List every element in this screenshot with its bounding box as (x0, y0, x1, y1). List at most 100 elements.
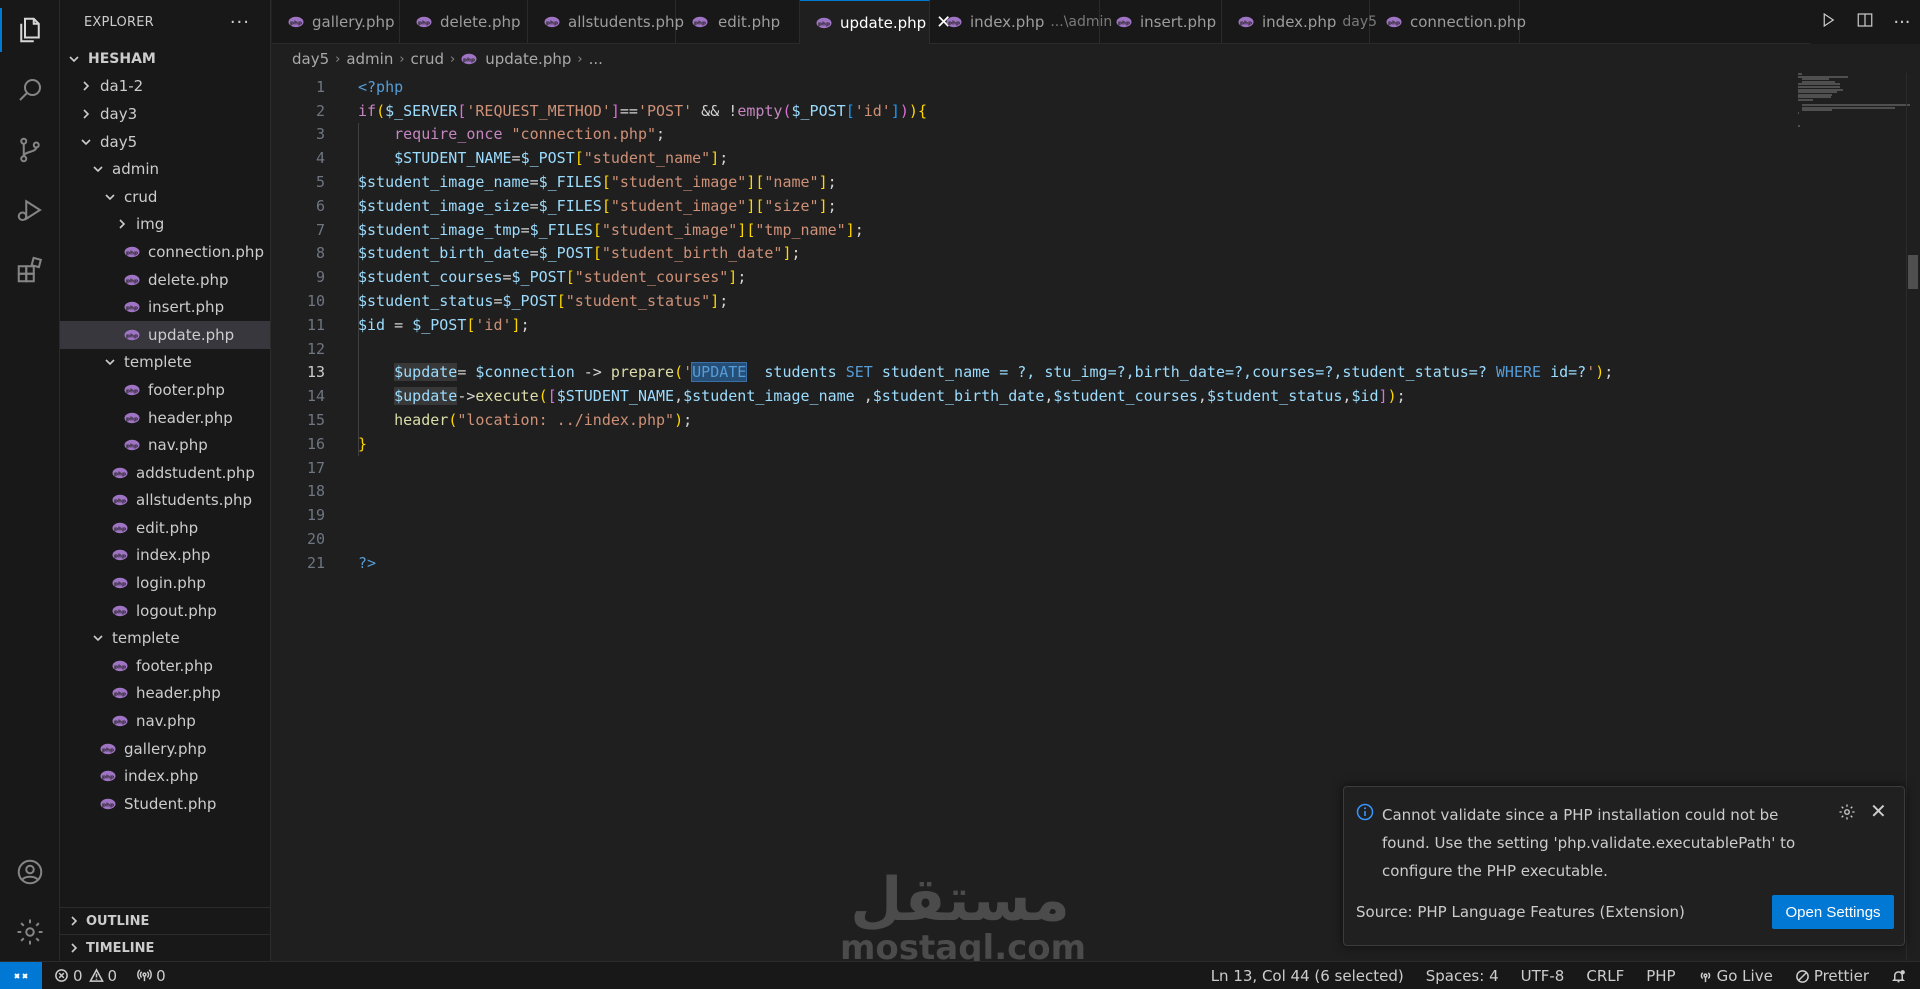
code-text: ?> (358, 553, 377, 572)
notification-settings-gear-icon[interactable] (1838, 803, 1856, 821)
file-item[interactable]: php header.php (60, 680, 270, 708)
editor-tab[interactable]: php insert.php (1100, 0, 1222, 44)
file-item[interactable]: php header.php (60, 404, 270, 432)
file-item[interactable]: php addstudent.php (60, 459, 270, 487)
open-settings-button[interactable]: Open Settings (1772, 895, 1894, 929)
breadcrumb-item[interactable]: day5 (292, 50, 329, 68)
file-item[interactable]: php connection.php (60, 238, 270, 266)
file-item[interactable]: php nav.php (60, 431, 270, 459)
manage-gear-icon[interactable] (0, 904, 60, 960)
breadcrumb-item[interactable]: ... (589, 50, 603, 68)
file-item[interactable]: php logout.php (60, 597, 270, 625)
code-line[interactable]: 5 $student_image_name = $_FILES["student_im… (272, 170, 1772, 194)
editor-tab[interactable]: php gallery.php (272, 0, 400, 44)
svg-text:php: php (290, 20, 302, 26)
code-line[interactable]: 12 (272, 337, 1772, 361)
editor-tab[interactable]: php update.php ✕ (800, 0, 951, 44)
account-icon[interactable] (0, 844, 60, 900)
file-item[interactable]: php footer.php (60, 376, 270, 404)
file-item[interactable]: php allstudents.php (60, 487, 270, 515)
more-actions-icon[interactable]: ··· (230, 12, 250, 33)
split-editor-icon[interactable] (1856, 11, 1874, 33)
run-debug-icon[interactable] (0, 182, 60, 238)
code-line[interactable]: 13 $update = $connection -> prepare('UPDA… (272, 361, 1772, 385)
editor-tab[interactable]: php index.php ...\admin (930, 0, 1112, 44)
ports-indicator[interactable]: 0 (137, 967, 166, 985)
more-actions-icon[interactable]: ··· (1893, 12, 1910, 33)
file-item[interactable]: php index.php (60, 542, 270, 570)
explorer-icon[interactable] (0, 2, 60, 58)
source-control-icon[interactable] (0, 122, 60, 178)
code-line[interactable]: 21 ?> (272, 551, 1772, 575)
code-line[interactable]: 2 if($_SERVER['REQUEST_METHOD'] == 'POST' &… (272, 99, 1772, 123)
folder-item[interactable]: admin (60, 155, 270, 183)
problems-indicator[interactable]: 0 0 (54, 967, 117, 985)
code-line[interactable]: 3 require_once "connection.php"; (272, 123, 1772, 147)
code-line[interactable]: 9 $student_courses = $_POST["student_course… (272, 265, 1772, 289)
file-item[interactable]: php login.php (60, 569, 270, 597)
prettier-button[interactable]: Prettier (1795, 967, 1869, 985)
code-line[interactable]: 6 $student_image_size = $_FILES["student_im… (272, 194, 1772, 218)
file-item[interactable]: php update.php (60, 320, 270, 349)
file-item[interactable]: php edit.php (60, 514, 270, 542)
code-line[interactable]: 19 (272, 503, 1772, 527)
folder-item[interactable]: day3 (60, 100, 270, 128)
scrollbar-thumb[interactable] (1908, 255, 1918, 289)
code-line[interactable]: 7 $student_image_tmp = $_FILES["student_ima… (272, 218, 1772, 242)
cursor-position[interactable]: Ln 13, Col 44 (6 selected) (1211, 967, 1404, 985)
timeline-section[interactable]: TIMELINE (60, 934, 270, 961)
file-item[interactable]: php gallery.php (60, 735, 270, 763)
file-item[interactable]: php delete.php (60, 266, 270, 294)
minimap[interactable] (1796, 73, 1910, 133)
extensions-icon[interactable] (0, 242, 60, 298)
end-of-line[interactable]: CRLF (1586, 967, 1624, 985)
file-item[interactable]: php insert.php (60, 293, 270, 321)
code-line[interactable]: 16} (272, 432, 1772, 456)
editor-tab[interactable]: php delete.php (400, 0, 528, 44)
folder-item[interactable]: img (60, 211, 270, 239)
breadcrumb-item[interactable]: admin (346, 50, 393, 68)
encoding[interactable]: UTF-8 (1521, 967, 1565, 985)
code-line[interactable]: 4 $STUDENT_NAME = $_POST["student_name"]; (272, 146, 1772, 170)
file-item[interactable]: php nav.php (60, 707, 270, 735)
code-line[interactable]: 10 $student_status = $_POST["student_status… (272, 289, 1772, 313)
file-item[interactable]: php Student.php (60, 790, 270, 818)
folder-item[interactable]: templete (60, 624, 270, 652)
code-line[interactable]: 18 (272, 480, 1772, 504)
minimap-line (1802, 109, 1832, 112)
code-line[interactable]: 1 <?php (272, 75, 1772, 99)
code-line[interactable]: 11 $id = $_POST['id']; (272, 313, 1772, 337)
remote-indicator[interactable] (0, 961, 42, 989)
code-line[interactable]: 14 $update -> execute([$STUDENT_NAME, $stud… (272, 384, 1772, 408)
minimap-line (1798, 112, 1799, 114)
code-line[interactable]: 8 $student_birth_date = $_POST["student_bir… (272, 242, 1772, 266)
code-line[interactable]: 15 header("location: ../index.php"); (272, 408, 1772, 432)
file-item[interactable]: php index.php (60, 762, 270, 790)
notifications-bell[interactable] (1891, 969, 1910, 984)
file-item[interactable]: php footer.php (60, 652, 270, 680)
folder-item[interactable]: HESHAM (60, 45, 270, 73)
close-icon[interactable]: ✕ (1870, 799, 1887, 823)
editor-tabs: php gallery.php php delete.php php allstudent… (272, 0, 1920, 44)
vertical-scrollbar[interactable] (1906, 73, 1920, 961)
breadcrumb-item[interactable]: update.php (485, 50, 571, 68)
explorer-header: EXPLORER ··· (60, 0, 270, 44)
code-line[interactable]: 17 (272, 456, 1772, 480)
folder-item[interactable]: crud (60, 183, 270, 211)
search-icon[interactable] (0, 62, 60, 118)
folder-item[interactable]: templete (60, 349, 270, 377)
editor-tab[interactable]: php index.php day5 (1222, 0, 1377, 44)
editor-tab[interactable]: php connection.php (1370, 0, 1526, 44)
editor-tab[interactable]: php edit.php (676, 0, 800, 44)
run-icon[interactable] (1819, 11, 1837, 33)
indentation[interactable]: Spaces: 4 (1426, 967, 1499, 985)
line-number: 3 (315, 125, 325, 144)
language-mode[interactable]: PHP (1646, 967, 1675, 985)
go-live-button[interactable]: Go Live (1698, 967, 1773, 985)
editor-tab[interactable]: php allstudents.php (528, 0, 684, 44)
outline-section[interactable]: OUTLINE (60, 907, 270, 934)
folder-item[interactable]: da1-2 (60, 73, 270, 101)
breadcrumb-item[interactable]: crud (411, 50, 444, 68)
folder-item[interactable]: day5 (60, 128, 270, 156)
code-line[interactable]: 20 (272, 527, 1772, 551)
